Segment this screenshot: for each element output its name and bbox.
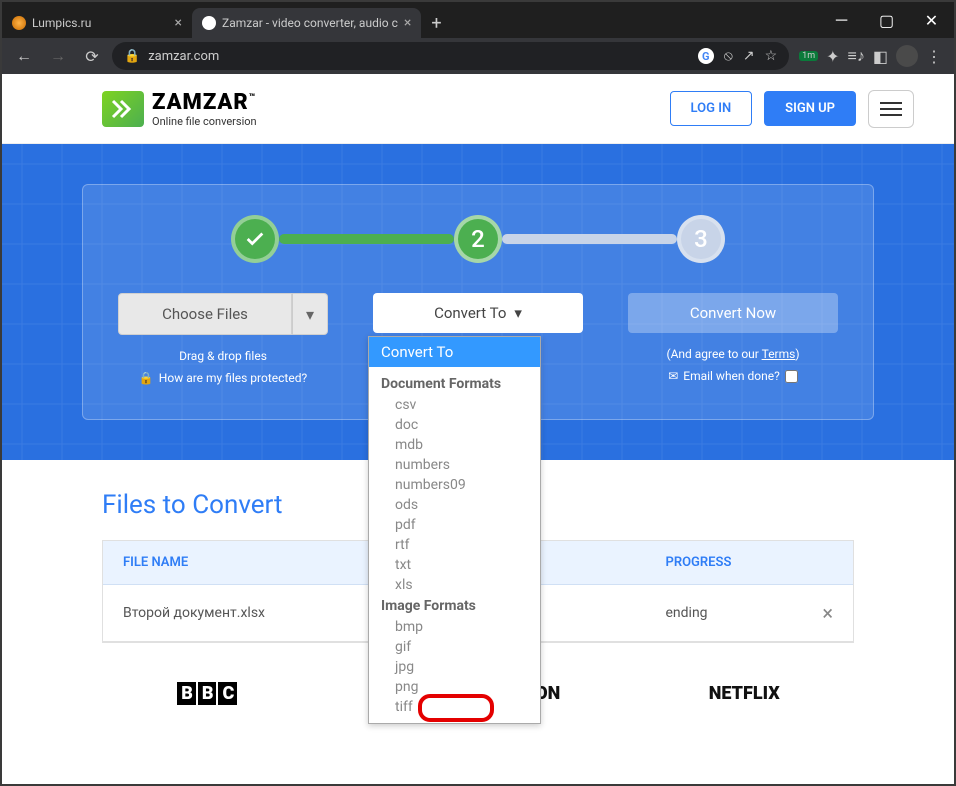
dropdown-item-csv[interactable]: csv	[369, 395, 540, 415]
extension-icons: 1m ✦ ≡♪ ◧ ⋮	[795, 45, 946, 67]
email-when-done-checkbox[interactable]	[785, 370, 798, 383]
window-titlebar: Lumpics.ru × Zamzar - video converter, a…	[2, 2, 954, 38]
site-header: ZAMZAR™ Online file conversion LOG IN SI…	[2, 74, 954, 144]
logo-bbc: BBC	[176, 683, 238, 704]
page-content: ZAMZAR™ Online file conversion LOG IN SI…	[2, 74, 954, 784]
window-controls: ─ ▢ ✕	[819, 2, 954, 38]
menu-icon[interactable]: ⋮	[926, 47, 942, 66]
dropdown-item-txt[interactable]: txt	[369, 555, 540, 575]
maximize-button[interactable]: ▢	[864, 2, 909, 38]
reload-button[interactable]: ⟳	[78, 42, 106, 70]
col-progress: PROGRESS	[666, 555, 834, 570]
tab-title: Lumpics.ru	[32, 16, 169, 30]
convert-now-button[interactable]: Convert Now	[628, 293, 838, 333]
dropdown-item-png[interactable]: png	[369, 677, 540, 697]
login-button[interactable]: LOG IN	[670, 91, 753, 126]
choose-files-group: Choose Files ▾	[118, 293, 328, 335]
hero-section: 2 3 Choose Files ▾ Drag & drop files 🔒 H…	[2, 144, 954, 460]
drag-drop-hint: Drag & drop files	[179, 349, 267, 363]
dropdown-item-rtf[interactable]: rtf	[369, 535, 540, 555]
logo-icon	[102, 91, 144, 127]
browser-tabs: Lumpics.ru × Zamzar - video converter, a…	[2, 2, 819, 38]
reading-list-icon[interactable]: ≡♪	[848, 46, 865, 66]
dropdown-item-mdb[interactable]: mdb	[369, 435, 540, 455]
extensions-icon[interactable]: ✦	[826, 47, 839, 66]
dropdown-item-xls[interactable]: xls	[369, 575, 540, 595]
mail-icon: ✉	[668, 369, 678, 383]
logo-netflix: NETFLIX	[709, 683, 780, 704]
step-indicator: 2 3	[113, 215, 843, 263]
step-3-pending: 3	[677, 215, 725, 263]
convert-to-dropdown: Convert To Document Formats csv doc mdb …	[368, 336, 541, 724]
logo-tagline: Online file conversion	[152, 115, 257, 128]
url-action-icons: G ⦸ ↗ ☆	[698, 48, 777, 64]
dropdown-item-tiff[interactable]: tiff	[369, 697, 540, 717]
browser-tab[interactable]: Lumpics.ru ×	[2, 8, 192, 38]
converter-controls: Choose Files ▾ Drag & drop files 🔒 How a…	[113, 293, 843, 385]
forward-button[interactable]: →	[44, 42, 72, 70]
dropdown-body[interactable]: Document Formats csv doc mdb numbers num…	[369, 367, 540, 723]
hamburger-menu-button[interactable]	[868, 90, 914, 128]
google-icon[interactable]: G	[698, 48, 714, 64]
signup-button[interactable]: SIGN UP	[764, 91, 856, 126]
dropdown-item-bmp[interactable]: bmp	[369, 617, 540, 637]
lock-icon: 🔒	[139, 371, 154, 385]
lock-icon: 🔒	[124, 49, 140, 64]
favicon-icon	[12, 16, 26, 30]
dropdown-item-gif[interactable]: gif	[369, 637, 540, 657]
close-window-button[interactable]: ✕	[909, 2, 954, 38]
logo-text: ZAMZAR™	[152, 90, 257, 115]
dropdown-section: Document Formats	[369, 373, 540, 395]
dropdown-header: Convert To	[369, 337, 540, 367]
close-icon[interactable]: ×	[404, 15, 411, 31]
step-1-done	[231, 215, 279, 263]
terms-hint: (And agree to our Terms)	[666, 347, 799, 361]
convert-to-button[interactable]: Convert To▾	[373, 293, 583, 333]
chevron-down-icon: ▾	[514, 304, 522, 322]
extension-icon[interactable]: 1m	[799, 51, 818, 61]
translate-icon[interactable]: ⦸	[724, 48, 733, 64]
dropdown-item-pdf[interactable]: pdf	[369, 515, 540, 535]
terms-link[interactable]: Terms	[762, 347, 796, 361]
site-logo[interactable]: ZAMZAR™ Online file conversion	[102, 90, 257, 128]
dropdown-item-numbers[interactable]: numbers	[369, 455, 540, 475]
tab-overview-icon[interactable]: ◧	[873, 47, 888, 66]
back-button[interactable]: ←	[10, 42, 38, 70]
dropdown-item-doc[interactable]: doc	[369, 415, 540, 435]
file-status: ending	[666, 605, 708, 621]
dropdown-section: Image Formats	[369, 595, 540, 617]
profile-avatar[interactable]	[896, 45, 918, 67]
files-protected-link[interactable]: 🔒 How are my files protected?	[139, 371, 307, 385]
close-icon[interactable]: ×	[175, 15, 182, 31]
share-icon[interactable]: ↗	[743, 48, 755, 64]
dropdown-item-ods[interactable]: ods	[369, 495, 540, 515]
email-when-done-row: ✉ Email when done?	[668, 369, 798, 383]
address-bar-row: ← → ⟳ 🔒 zamzar.com G ⦸ ↗ ☆ 1m ✦ ≡♪ ◧ ⋮	[2, 38, 954, 74]
remove-file-button[interactable]: ×	[822, 601, 833, 625]
converter-panel: 2 3 Choose Files ▾ Drag & drop files 🔒 H…	[82, 184, 874, 420]
new-tab-button[interactable]: +	[421, 8, 451, 38]
step-2-active: 2	[454, 215, 502, 263]
favicon-icon	[202, 16, 216, 30]
dropdown-item-numbers09[interactable]: numbers09	[369, 475, 540, 495]
tab-title: Zamzar - video converter, audio c	[222, 16, 398, 30]
url-text: zamzar.com	[148, 49, 219, 64]
address-bar[interactable]: 🔒 zamzar.com G ⦸ ↗ ☆	[112, 42, 789, 70]
bookmark-icon[interactable]: ☆	[765, 48, 778, 64]
browser-tab[interactable]: Zamzar - video converter, audio c ×	[192, 8, 421, 38]
step-track	[279, 234, 454, 244]
minimize-button[interactable]: ─	[819, 2, 864, 38]
step-track	[502, 234, 677, 244]
dropdown-item-jpg[interactable]: jpg	[369, 657, 540, 677]
choose-files-dropdown[interactable]: ▾	[292, 293, 328, 335]
choose-files-button[interactable]: Choose Files	[118, 293, 292, 335]
